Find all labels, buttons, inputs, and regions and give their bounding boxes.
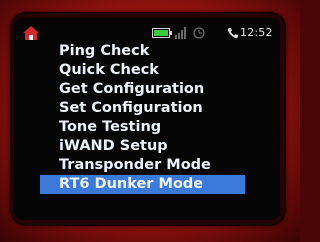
status-time: 12:52 bbox=[240, 26, 273, 39]
clock-icon bbox=[193, 27, 205, 39]
menu-item-transponder-mode[interactable]: Transponder Mode bbox=[40, 156, 245, 175]
menu-item-set-configuration[interactable]: Set Configuration bbox=[40, 99, 245, 118]
menu-item-tone-testing[interactable]: Tone Testing bbox=[40, 118, 245, 137]
menu-item-iwand-setup[interactable]: iWAND Setup bbox=[40, 137, 245, 156]
menu-item-ping-check[interactable]: Ping Check bbox=[40, 42, 245, 61]
battery-icon bbox=[152, 28, 172, 38]
menu-item-quick-check[interactable]: Quick Check bbox=[40, 61, 245, 80]
phone-icon bbox=[227, 28, 238, 39]
home-icon[interactable] bbox=[22, 25, 40, 41]
signal-icon bbox=[175, 27, 186, 39]
device-screen: 12:52 Ping Check Quick Check Get Configu… bbox=[14, 18, 280, 220]
menu-item-rt6-dunker-mode[interactable]: RT6 Dunker Mode bbox=[40, 175, 245, 194]
status-bar: 12:52 bbox=[14, 22, 280, 44]
menu-item-get-configuration[interactable]: Get Configuration bbox=[40, 80, 245, 99]
device-casing: 12:52 Ping Check Quick Check Get Configu… bbox=[0, 0, 300, 242]
